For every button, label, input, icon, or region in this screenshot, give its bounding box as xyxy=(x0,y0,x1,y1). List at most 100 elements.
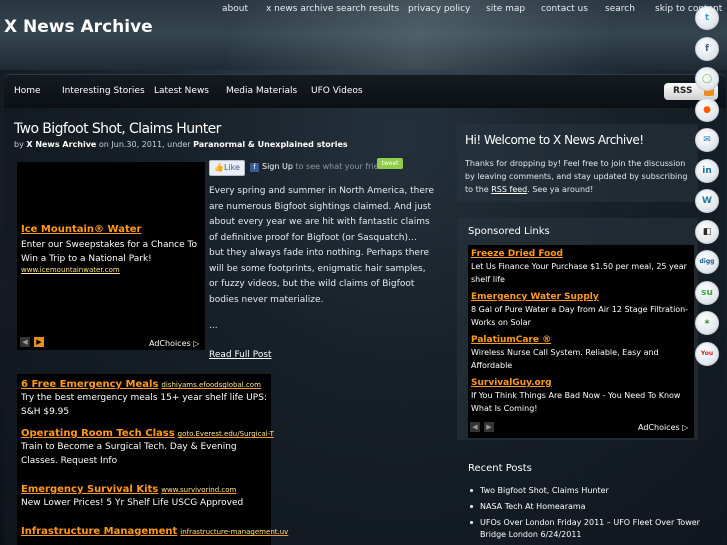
ad-item[interactable]: Infrastructure Management infrastructure-… xyxy=(21,526,288,537)
sponsored-text: Let Us Finance Your Purchase $1.50 per m… xyxy=(471,262,687,284)
sponsored-box: Freeze Dried Food Let Us Finance Your Pu… xyxy=(468,245,694,438)
inline-ad-url[interactable]: www.icemountainwater.com xyxy=(21,266,120,274)
post-title[interactable]: Two Bigfoot Shot, Claims Hunter xyxy=(14,121,221,137)
meta-date: on Jun.30, 2011, under xyxy=(98,140,191,149)
sponsored-item[interactable]: Freeze Dried Food Let Us Finance Your Pu… xyxy=(471,249,693,286)
ad-next-icon[interactable]: ▶ xyxy=(34,337,44,347)
recent-post-link[interactable]: UFOs Over London Friday 2011 – UFO Fleet… xyxy=(470,517,700,541)
digg-icon[interactable]: digg xyxy=(695,250,719,274)
ad-item[interactable]: 6 Free Emergency Meals dishiyams.efoodsgl… xyxy=(21,379,271,419)
welcome-text-b: . See ya around! xyxy=(527,185,594,194)
top-link-about[interactable]: about xyxy=(222,4,248,14)
post-body: Every spring and summer in North America… xyxy=(209,186,434,305)
top-link-search-results[interactable]: x news archive search results xyxy=(266,4,399,14)
sponsored-title: Sponsored Links xyxy=(468,226,550,237)
share-icon[interactable]: ✶ xyxy=(695,311,719,335)
wordpress-icon[interactable]: W xyxy=(695,189,719,213)
youtube-icon[interactable]: You xyxy=(695,341,719,366)
nav-item-ufo-videos[interactable]: UFO Videos xyxy=(311,86,363,96)
inline-ad-text: Enter our Sweepstakes for a Chance To Wi… xyxy=(21,240,198,264)
recent-posts-title: Recent Posts xyxy=(468,463,532,474)
ad-prev-icon[interactable]: ◀ xyxy=(20,337,30,347)
recent-post-item[interactable]: UFOs Over London Friday 2011 – UFO Fleet… xyxy=(470,517,700,541)
ad-item[interactable]: Emergency Survival Kits www.survivorind.c… xyxy=(21,484,271,510)
sponsored-text: 8 Gal of Pure Water a Day from Air 12 St… xyxy=(471,305,689,327)
ad-item[interactable]: Operating Room Tech Class goto.Everest.ed… xyxy=(21,428,274,468)
adchoices-text: AdChoices xyxy=(638,423,680,432)
adchoices-label[interactable]: AdChoices ▷ xyxy=(149,339,199,348)
ad-url: infrastructure-management.uv xyxy=(180,528,289,536)
top-link-contact-us[interactable]: contact us xyxy=(541,4,588,14)
ad-url: www.survivorind.com xyxy=(161,486,237,494)
chat-icon[interactable]: ◯ xyxy=(695,67,719,91)
nav-item-home[interactable]: Home xyxy=(14,86,41,96)
sponsored-next-icon[interactable]: ▶ xyxy=(484,422,494,432)
twitter-icon[interactable]: t xyxy=(695,6,719,30)
top-link-privacy-policy[interactable]: privacy policy xyxy=(408,4,470,14)
site-title[interactable]: X News Archive xyxy=(4,17,153,37)
nav-item-interesting-stories[interactable]: Interesting Stories xyxy=(62,86,145,96)
ad-heading-text: Emergency Survival Kits xyxy=(21,484,159,495)
top-link-search[interactable]: search xyxy=(605,4,635,14)
sponsored-prev-icon[interactable]: ◀ xyxy=(470,422,480,432)
like-label: Like xyxy=(223,163,240,172)
bullet-icon xyxy=(470,505,473,508)
ad-heading[interactable]: 6 Free Emergency Meals dishiyams.efoodsgl… xyxy=(21,379,271,390)
meta-author[interactable]: X News Archive xyxy=(26,140,96,149)
ad-text: Try the best emergency meals 15+ year sh… xyxy=(21,393,267,417)
nav-item-latest-news[interactable]: Latest News xyxy=(154,86,209,96)
bullet-icon xyxy=(470,489,473,492)
ad-heading[interactable]: Emergency Survival Kits www.survivorind.c… xyxy=(21,484,271,495)
inline-ad[interactable]: Ice Mountain® Water Enter our Sweepstake… xyxy=(17,162,205,350)
recent-post-link[interactable]: Two Bigfoot Shot, Claims Hunter xyxy=(470,485,700,497)
facebook-icon[interactable]: f xyxy=(695,36,719,61)
welcome-panel: Hi! Welcome to X News Archive! Thanks fo… xyxy=(457,124,698,202)
sponsored-heading[interactable]: Freeze Dried Food xyxy=(471,249,693,259)
sponsored-item[interactable]: PalatiumCare ® Wireless Nurse Call Syste… xyxy=(471,335,693,372)
inline-ad-heading[interactable]: Ice Mountain® Water xyxy=(21,224,141,235)
top-link-site-map[interactable]: site map xyxy=(486,4,525,14)
recent-post-item[interactable]: Two Bigfoot Shot, Claims Hunter xyxy=(470,485,700,497)
sponsored-item[interactable]: Emergency Water Supply 8 Gal of Pure Wat… xyxy=(471,292,693,329)
main-nav: Home Interesting Stories Latest News Med… xyxy=(4,74,726,108)
rss-label: RSS xyxy=(673,86,693,96)
meta-by: by xyxy=(14,140,24,149)
read-more-link[interactable]: Read Full Post xyxy=(209,350,272,360)
sponsored-heading[interactable]: PalatiumCare ® xyxy=(471,335,693,345)
ad-heading[interactable]: Operating Room Tech Class goto.Everest.ed… xyxy=(21,428,274,439)
social-sidebar: t f ◯ ● ✉ in W ◧ digg su ✶ You xyxy=(695,6,725,366)
ad-heading-text: Infrastructure Management xyxy=(21,526,178,537)
sponsored-adchoices[interactable]: AdChoices ▷ xyxy=(638,423,688,432)
welcome-title: Hi! Welcome to X News Archive! xyxy=(465,133,644,147)
ad-url: goto.Everest.edu/Surgical-T xyxy=(177,430,274,438)
messenger-icon[interactable]: ✉ xyxy=(695,128,719,152)
sponsored-heading[interactable]: Emergency Water Supply xyxy=(471,292,693,302)
thumb-icon: 👍 xyxy=(214,163,224,172)
sponsored-heading[interactable]: SurvivalGuy.org xyxy=(471,378,693,388)
signup-link[interactable]: f Sign Up to see what your friends xyxy=(250,162,393,172)
ad-text: New Lower Prices! 5 Yr Shelf Life USCG A… xyxy=(21,498,244,508)
post-ellipsis: ... xyxy=(209,321,218,331)
nav-item-media-materials[interactable]: Media Materials xyxy=(226,86,297,96)
recent-post-link[interactable]: NASA Tech At Homearama xyxy=(470,501,700,513)
ad-heading-text: Operating Room Tech Class xyxy=(21,428,175,439)
tweet-button[interactable]: tweet xyxy=(377,158,403,169)
ad-heading-text: 6 Free Emergency Meals xyxy=(21,379,159,390)
facebook-small-icon: f xyxy=(250,163,259,172)
like-button[interactable]: 👍Like xyxy=(209,160,245,176)
rss-feed-link[interactable]: RSS feed xyxy=(491,185,527,194)
recent-post-item[interactable]: NASA Tech At Homearama xyxy=(470,501,700,513)
stumbleupon-icon[interactable]: su xyxy=(695,280,719,305)
sponsored-text: If You Think Things Are Bad Now - You Ne… xyxy=(471,391,681,413)
meta-category[interactable]: Paranormal & Unexplained stories xyxy=(193,140,348,149)
sponsored-panel: Sponsored Links Freeze Dried Food Let Us… xyxy=(457,218,698,440)
bullet-icon xyxy=(470,521,473,524)
sponsored-item[interactable]: SurvivalGuy.org If You Think Things Are … xyxy=(471,378,693,415)
bottom-ad-block: 6 Free Emergency Meals dishiyams.efoodsgl… xyxy=(17,374,288,545)
linkedin-icon[interactable]: in xyxy=(695,158,719,183)
delicious-icon[interactable]: ◧ xyxy=(695,219,719,244)
ad-heading[interactable]: Infrastructure Management infrastructure-… xyxy=(21,526,288,537)
adchoices-text: AdChoices xyxy=(149,339,191,348)
ad-text: Train to Become a Surgical Tech. Day & E… xyxy=(21,442,237,466)
reddit-icon[interactable]: ● xyxy=(695,97,719,122)
